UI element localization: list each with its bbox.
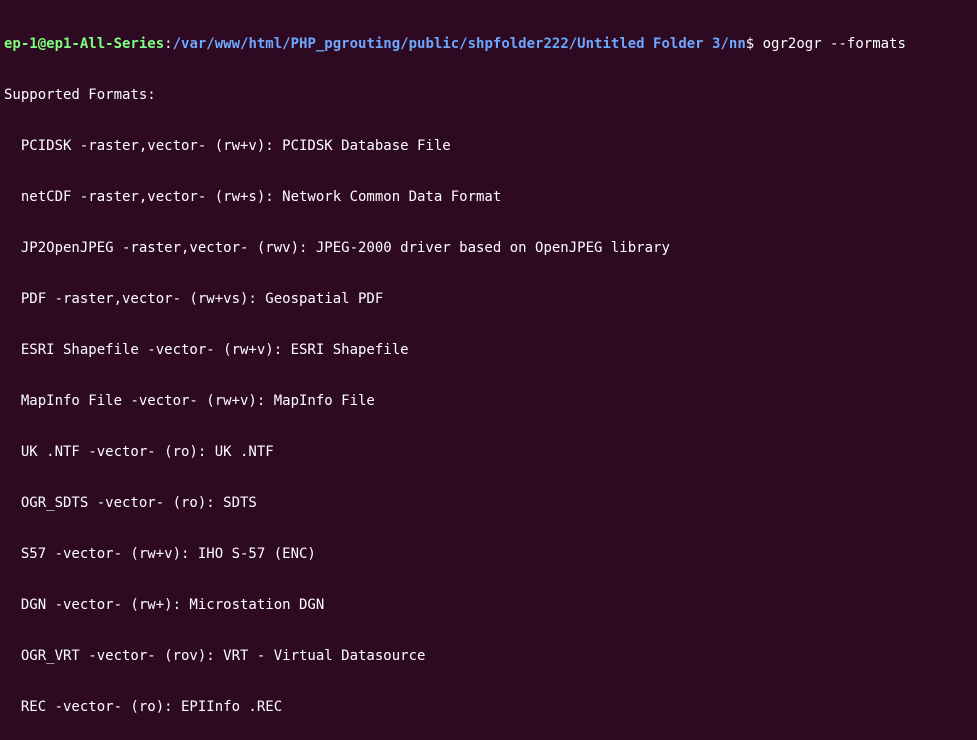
output-line: UK .NTF -vector- (ro): UK .NTF	[4, 444, 973, 461]
output-line: ESRI Shapefile -vector- (rw+v): ESRI Sha…	[4, 342, 973, 359]
prompt-space	[754, 36, 762, 52]
terminal-window[interactable]: ep-1@ep1-All-Series:/var/www/html/PHP_pg…	[0, 0, 977, 740]
output-header: Supported Formats:	[4, 87, 973, 104]
prompt-line: ep-1@ep1-All-Series:/var/www/html/PHP_pg…	[4, 36, 973, 53]
command-text: ogr2ogr --formats	[763, 36, 906, 52]
prompt-dollar: $	[746, 36, 754, 52]
output-line: OGR_VRT -vector- (rov): VRT - Virtual Da…	[4, 648, 973, 665]
output-line: REC -vector- (ro): EPIInfo .REC	[4, 699, 973, 716]
prompt-user-host: ep-1@ep1-All-Series	[4, 36, 164, 52]
output-line: JP2OpenJPEG -raster,vector- (rwv): JPEG-…	[4, 240, 973, 257]
output-line: OGR_SDTS -vector- (ro): SDTS	[4, 495, 973, 512]
prompt-colon: :	[164, 36, 172, 52]
prompt-path: /var/www/html/PHP_pgrouting/public/shpfo…	[173, 36, 746, 52]
output-line: PDF -raster,vector- (rw+vs): Geospatial …	[4, 291, 973, 308]
output-line: MapInfo File -vector- (rw+v): MapInfo Fi…	[4, 393, 973, 410]
output-line: DGN -vector- (rw+): Microstation DGN	[4, 597, 973, 614]
output-line: S57 -vector- (rw+v): IHO S-57 (ENC)	[4, 546, 973, 563]
output-line: PCIDSK -raster,vector- (rw+v): PCIDSK Da…	[4, 138, 973, 155]
output-line: netCDF -raster,vector- (rw+s): Network C…	[4, 189, 973, 206]
